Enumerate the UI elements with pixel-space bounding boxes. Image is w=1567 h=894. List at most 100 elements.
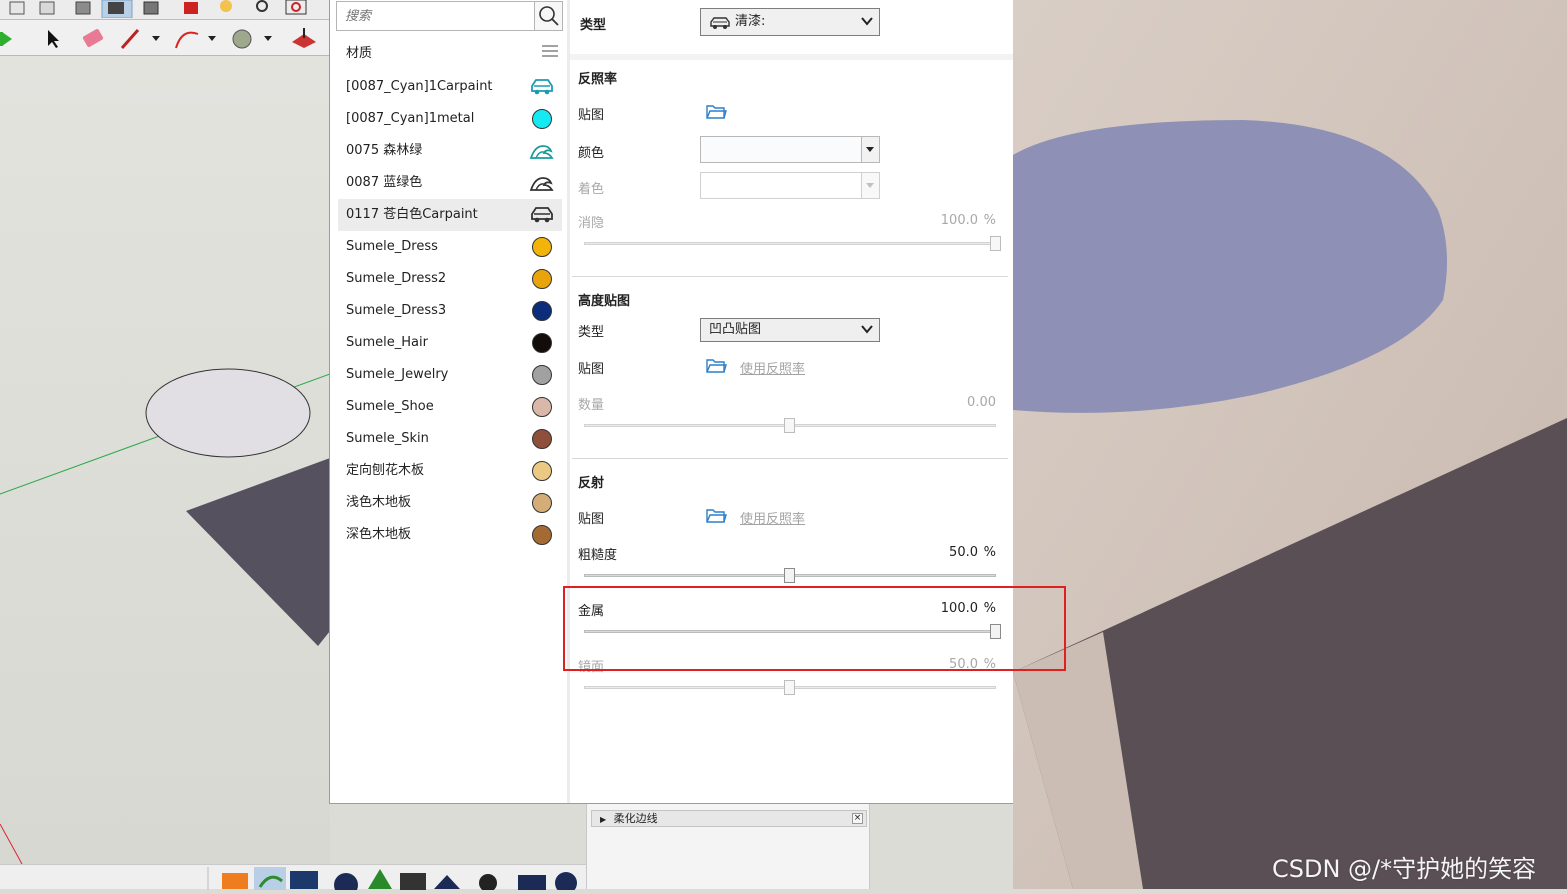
drawing-tools[interactable] <box>0 26 330 52</box>
chevron-down-icon <box>861 17 873 26</box>
triangle-down-icon <box>866 147 874 152</box>
specular-slider-thumb[interactable] <box>784 680 795 695</box>
material-swatch <box>532 461 552 481</box>
opacity-unit: % <box>983 213 996 228</box>
triangle-down-icon <box>866 183 874 188</box>
material-list-item[interactable]: Sumele_Dress <box>338 231 562 263</box>
toolbar-icons-top-right[interactable] <box>180 0 330 18</box>
material-swatch <box>532 269 552 289</box>
material-name: Sumele_Dress <box>346 239 438 254</box>
divider <box>572 276 1008 277</box>
viewport-scene <box>0 368 330 864</box>
material-list-item[interactable]: Sumele_Skin <box>338 423 562 455</box>
material-properties-panel: 类型 清漆: 反照率 贴图 颜色 着色 消隐 100.0 % 高度贴图 类型 凹… <box>570 0 1013 803</box>
material-type-select[interactable]: 清漆: <box>700 8 880 36</box>
material-list-item[interactable]: Sumele_Dress3 <box>338 295 562 327</box>
material-name: Sumele_Shoe <box>346 399 434 414</box>
material-name: 定向刨花木板 <box>346 463 425 478</box>
reflection-use-albedo-link[interactable]: 使用反照率 <box>740 508 805 527</box>
albedo-map-label: 贴图 <box>578 108 605 123</box>
metal-unit: % <box>983 601 996 616</box>
reflection-header: 反射 <box>578 476 605 491</box>
albedo-color-label: 颜色 <box>578 146 605 161</box>
material-name: 浅色木地板 <box>346 495 412 510</box>
opacity-slider-thumb[interactable] <box>990 236 1001 251</box>
search-button[interactable] <box>534 1 563 31</box>
material-list-title: 材质 <box>346 46 373 61</box>
material-list-item[interactable]: [0087_Cyan]1metal <box>338 103 562 135</box>
material-list-item[interactable]: Sumele_Hair <box>338 327 562 359</box>
height-type-label: 类型 <box>578 325 605 340</box>
specular-unit: % <box>983 657 996 672</box>
color-dropdown-button[interactable] <box>861 137 879 162</box>
section-gap <box>570 54 1013 60</box>
height-type-select[interactable]: 凹凸贴图 <box>700 318 880 342</box>
chevron-down-icon <box>861 325 873 334</box>
material-swatch <box>532 365 552 385</box>
specular-value: 50.0 <box>949 657 978 672</box>
roughness-unit: % <box>983 545 996 560</box>
metal-value: 100.0 <box>940 601 978 616</box>
material-list-item[interactable]: Sumele_Jewelry <box>338 359 562 391</box>
bottom-toolbar-icons[interactable] <box>0 865 586 894</box>
material-list: [0087_Cyan]1Carpaint [0087_Cyan]1metal 007… <box>338 71 562 551</box>
type-label: 类型 <box>580 18 607 33</box>
wave-icon <box>529 145 554 159</box>
metal-slider-thumb[interactable] <box>990 624 1001 639</box>
search-input[interactable] <box>336 1 535 31</box>
amount-value: 0.00 <box>967 395 996 410</box>
watermark: CSDN @/*守护她的笑容 <box>1272 855 1537 883</box>
metal-label: 金属 <box>578 604 605 619</box>
folder-icon[interactable] <box>705 102 727 120</box>
material-list-item[interactable]: 0087 蓝绿色 <box>338 167 562 199</box>
height-use-albedo-link[interactable]: 使用反照率 <box>740 358 805 377</box>
bottom-toolbar <box>0 864 586 894</box>
amount-slider-thumb[interactable] <box>784 418 795 433</box>
material-list-item[interactable]: Sumele_Shoe <box>338 391 562 423</box>
material-name: 深色木地板 <box>346 527 412 542</box>
amount-label: 数量 <box>578 398 605 413</box>
sketchup-viewport[interactable] <box>0 56 330 864</box>
default-tray: ▶ 柔化边线 × <box>586 803 870 889</box>
tray-row-soften-edges[interactable]: ▶ 柔化边线 × <box>591 810 867 827</box>
material-swatch <box>532 237 552 257</box>
material-list-item[interactable]: 0075 森林绿 <box>338 135 562 167</box>
folder-icon[interactable] <box>705 506 727 524</box>
car-icon <box>531 207 553 223</box>
material-swatch <box>532 525 552 545</box>
material-list-item[interactable]: Sumele_Dress2 <box>338 263 562 295</box>
roughness-slider-thumb[interactable] <box>784 568 795 583</box>
material-name: Sumele_Hair <box>346 335 428 350</box>
material-swatch <box>532 301 552 321</box>
wave-icon <box>529 177 554 191</box>
material-type-value: 清漆: <box>735 14 766 29</box>
render-viewport[interactable] <box>1013 0 1567 889</box>
hamburger-menu-icon[interactable] <box>542 44 558 58</box>
albedo-color-picker[interactable] <box>700 136 880 163</box>
height-map-header: 高度贴图 <box>578 294 631 309</box>
opacity-label: 消隐 <box>578 216 605 231</box>
material-list-item[interactable]: [0087_Cyan]1Carpaint <box>338 71 562 103</box>
material-name: [0087_Cyan]1metal <box>346 111 475 126</box>
opacity-slider-track[interactable] <box>584 242 996 245</box>
albedo-header: 反照率 <box>578 72 618 87</box>
material-list-item[interactable]: 0117 苍白色Carpaint <box>338 199 562 231</box>
material-name: [0087_Cyan]1Carpaint <box>346 79 493 94</box>
material-swatch <box>532 333 552 353</box>
material-list-item[interactable]: 定向刨花木板 <box>338 455 562 487</box>
car-icon <box>710 17 730 29</box>
metal-slider-track[interactable] <box>584 630 996 633</box>
search-icon <box>539 6 559 26</box>
folder-icon[interactable] <box>705 356 727 374</box>
material-list-item[interactable]: 浅色木地板 <box>338 487 562 519</box>
divider <box>572 458 1008 459</box>
close-icon[interactable]: × <box>852 813 863 824</box>
albedo-tint-picker <box>700 172 880 199</box>
toolbar-row-tools <box>0 20 330 56</box>
material-list-item[interactable]: 深色木地板 <box>338 519 562 551</box>
material-name: Sumele_Jewelry <box>346 367 449 382</box>
material-name: 0075 森林绿 <box>346 143 423 158</box>
tint-dropdown-button <box>861 173 879 198</box>
tray-row-label: 柔化边线 <box>613 812 658 825</box>
toolbar-icons-top[interactable] <box>6 0 166 18</box>
